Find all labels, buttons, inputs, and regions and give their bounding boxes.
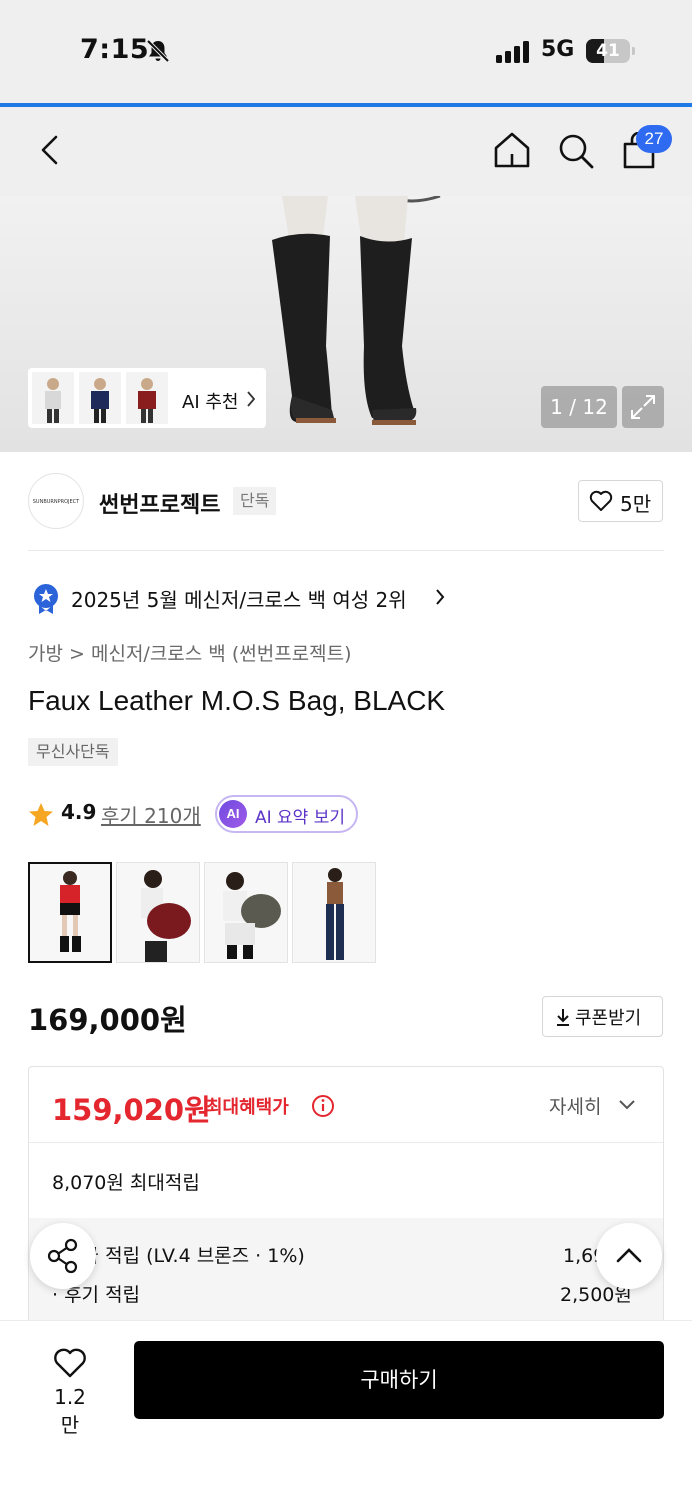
expand-button[interactable] <box>622 386 664 428</box>
coupon-label: 쿠폰받기 <box>575 1008 642 1029</box>
breadcrumb-separator: > <box>69 643 91 665</box>
brand-logo[interactable]: SUNBURNPROJECT <box>28 473 84 529</box>
style-thumbnail[interactable] <box>204 862 288 963</box>
max-benefit-label: 최대혜택가 <box>206 1097 289 1118</box>
ai-summary-label: AI 요약 보기 <box>255 808 346 828</box>
wishlist-heart-button[interactable] <box>53 1347 87 1379</box>
wishlist-count: 1.2만 <box>54 1385 86 1437</box>
breadcrumb-subcategory[interactable]: 메신저/크로스 백 (썬번프로젝트) <box>91 643 352 665</box>
ai-badge-icon: AI <box>219 800 247 828</box>
benefit-detail-toggle[interactable]: 자세히 <box>549 1092 601 1119</box>
divider <box>28 550 664 551</box>
scroll-top-button[interactable] <box>596 1223 662 1289</box>
share-icon <box>47 1238 78 1274</box>
style-thumbnail[interactable] <box>292 862 376 963</box>
rating-value: 4.9 <box>61 800 97 824</box>
cart-count-badge: 27 <box>636 125 672 153</box>
ai-recommend-label: AI 추천 <box>182 392 239 413</box>
ai-recommend-thumb <box>79 372 121 424</box>
points-breakdown <box>29 1218 663 1326</box>
brand-like-count: 5만 <box>620 492 652 516</box>
ai-recommend-thumb <box>126 372 168 424</box>
buy-button[interactable]: 구매하기 <box>134 1341 664 1419</box>
image-counter: 1 / 12 <box>541 386 617 428</box>
download-icon <box>557 1009 569 1026</box>
breadcrumb-category[interactable]: 가방 <box>28 643 63 665</box>
chevron-up-icon <box>616 1248 642 1263</box>
info-icon[interactable] <box>311 1094 335 1118</box>
max-benefit-price: 159,020원 <box>52 1093 211 1127</box>
home-button[interactable] <box>492 130 532 170</box>
reviews-link[interactable]: 후기 210개 <box>101 800 201 829</box>
max-points: 8,070원 최대적립 <box>52 1172 200 1194</box>
ai-recommend-thumb <box>32 372 74 424</box>
expand-icon <box>631 395 655 419</box>
battery-level: 41 <box>596 41 620 61</box>
brand-name[interactable]: 썬번프로젝트 <box>99 487 220 519</box>
style-thumbnail[interactable] <box>116 862 200 963</box>
breadcrumb: 가방 > 메신저/크로스 백 (썬번프로젝트) <box>28 639 352 666</box>
brand-exclusive-tag: 단독 <box>233 487 277 515</box>
star-icon <box>29 803 53 826</box>
chevron-right-icon <box>247 391 256 407</box>
status-time: 7:15 <box>80 34 150 65</box>
back-button[interactable] <box>36 134 64 166</box>
battery-nub <box>632 47 635 55</box>
heart-icon <box>589 490 613 511</box>
style-thumbnail[interactable] <box>28 862 112 963</box>
original-price: 169,000원 <box>28 1003 187 1037</box>
ranking-link[interactable]: 2025년 5월 메신저/크로스 백 여성 2위 <box>71 584 407 613</box>
chevron-right-icon <box>436 589 445 605</box>
bell-slash-icon <box>146 39 170 63</box>
chevron-down-icon <box>619 1100 635 1110</box>
share-button[interactable] <box>30 1223 96 1289</box>
product-title: Faux Leather M.O.S Bag, BLACK <box>28 685 446 716</box>
search-button[interactable] <box>556 131 596 171</box>
network-label: 5G <box>541 37 575 62</box>
divider <box>29 1142 663 1143</box>
ranking-medal-icon <box>34 584 58 614</box>
signal-icon <box>496 41 529 63</box>
musinsa-exclusive-tag: 무신사단독 <box>28 738 118 766</box>
battery-icon: 41 <box>586 39 630 63</box>
